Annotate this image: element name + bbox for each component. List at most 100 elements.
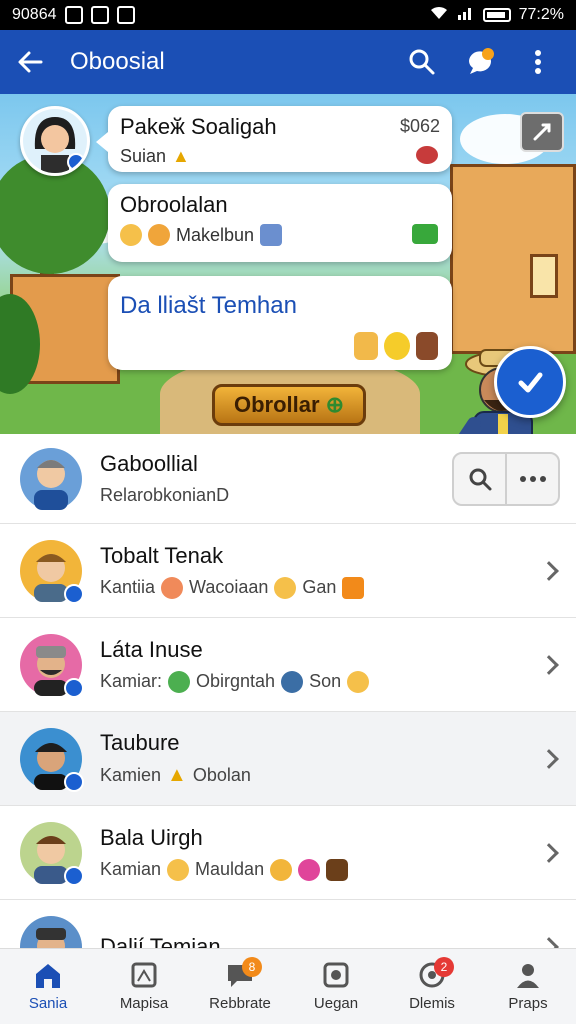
signal-icon bbox=[457, 5, 475, 26]
chat-button-label: Obrollar bbox=[233, 392, 320, 417]
search-contact-button[interactable] bbox=[454, 454, 505, 504]
sub-part: Obolan bbox=[192, 765, 251, 785]
sunglasses-icon bbox=[347, 670, 370, 693]
back-button[interactable] bbox=[0, 30, 60, 94]
verified-badge bbox=[64, 583, 84, 604]
smiley-icon bbox=[168, 670, 191, 693]
character-icon bbox=[260, 224, 283, 246]
avatar bbox=[20, 915, 82, 948]
person-icon bbox=[517, 964, 539, 988]
more-contact-button[interactable] bbox=[505, 454, 558, 504]
sub-part: Wacoiaan bbox=[189, 577, 269, 597]
nav-label: Rebbrate bbox=[209, 995, 271, 1012]
arrow-left-icon bbox=[18, 51, 43, 73]
camera-icon bbox=[323, 962, 349, 988]
chat-bubble-3[interactable]: Da lliašt Temhan bbox=[108, 276, 452, 370]
more-options-button[interactable] bbox=[520, 44, 556, 80]
nav-chat[interactable]: 8 Rebbrate bbox=[192, 949, 288, 1024]
verified-badge bbox=[64, 865, 84, 886]
search-button[interactable] bbox=[404, 44, 440, 80]
sub-part: Son bbox=[309, 671, 342, 691]
chevron-right-icon bbox=[539, 842, 559, 863]
chevron-right-icon bbox=[539, 560, 559, 581]
list-item[interactable]: Bala Uirgh Kamian Mauldan bbox=[0, 806, 576, 900]
avatar bbox=[20, 447, 82, 510]
list-item[interactable]: Gaboollial RelarobkonianD bbox=[0, 434, 576, 524]
search-icon bbox=[469, 468, 491, 491]
avatar bbox=[20, 727, 84, 792]
profile-avatar[interactable] bbox=[20, 106, 90, 176]
smiley-icon bbox=[167, 858, 190, 881]
contact-name: Gaboollial bbox=[100, 451, 198, 476]
nav-camera[interactable]: Uegan bbox=[288, 949, 384, 1024]
smiley-icon bbox=[120, 224, 142, 246]
contact-name: Taubure bbox=[100, 730, 180, 755]
character-icon bbox=[416, 332, 438, 360]
contact-name: Láta Inuse bbox=[100, 636, 203, 662]
contact-subtitle: RelarobkonianD bbox=[100, 485, 230, 505]
wifi-icon bbox=[429, 5, 449, 26]
monster-icon bbox=[298, 858, 321, 881]
smiley-icon bbox=[384, 332, 410, 360]
battery-badge-icon bbox=[412, 224, 438, 244]
sub-part: Mauldan bbox=[195, 859, 265, 879]
gift-icon bbox=[416, 146, 438, 164]
contact-name: Bala Uirgh bbox=[100, 824, 203, 850]
character-icon bbox=[326, 858, 349, 881]
corner-action-button[interactable] bbox=[520, 112, 564, 152]
verified-badge bbox=[64, 677, 84, 698]
list-item[interactable]: Tobalt Tenak Kantiia Wacoiaan Gan bbox=[0, 524, 576, 618]
contact-name: Dalií Temian bbox=[100, 933, 221, 949]
row-actions bbox=[452, 452, 560, 506]
chat-bubble-2[interactable]: Obroolalan Makelbun bbox=[108, 184, 452, 262]
nav-label: Praps bbox=[508, 995, 548, 1012]
sub-part: Obirgntah bbox=[196, 671, 276, 691]
more-horizontal-icon bbox=[519, 476, 546, 482]
sub-part: Kamiar: bbox=[100, 671, 163, 691]
search-icon bbox=[409, 49, 435, 75]
unread-dot bbox=[482, 48, 494, 60]
chevron-right-icon bbox=[539, 936, 559, 948]
avatar bbox=[20, 633, 84, 698]
nav-badge: 8 bbox=[241, 957, 262, 977]
battery-text: 77:2% bbox=[518, 6, 564, 23]
nav-map[interactable]: Mapisa bbox=[96, 949, 192, 1024]
more-vertical-icon bbox=[535, 50, 541, 74]
verified-badge bbox=[67, 153, 85, 171]
battery-icon bbox=[482, 8, 511, 22]
nav-notifications[interactable]: 2 Dlemis bbox=[384, 949, 480, 1024]
nav-label: Dlemis bbox=[409, 995, 455, 1012]
nav-label: Uegan bbox=[313, 995, 359, 1012]
sub-part: Kamian bbox=[100, 859, 162, 879]
plus-icon: ⊕ bbox=[325, 392, 344, 417]
nav-label: Sania bbox=[28, 995, 68, 1012]
bubble-title: Pakeӂ Soaligah bbox=[120, 114, 277, 139]
list-item[interactable]: Dalií Temian bbox=[0, 900, 576, 948]
flower-icon bbox=[161, 576, 184, 599]
bubble-title: Da lliašt Temhan bbox=[120, 292, 297, 319]
bear-icon bbox=[148, 224, 170, 246]
chevron-right-icon bbox=[539, 748, 559, 769]
edit-icon bbox=[533, 123, 551, 141]
verified-badge bbox=[64, 771, 84, 792]
messages-button[interactable] bbox=[462, 44, 498, 80]
list-item[interactable]: Taubure Kamien ▲ Obolan bbox=[0, 712, 576, 806]
character-icon bbox=[354, 332, 378, 360]
tag-icon bbox=[342, 576, 365, 599]
chat-button[interactable]: Obrollar ⊕ bbox=[212, 384, 366, 426]
list-item[interactable]: Láta Inuse Kamiar: Obirgntah Son bbox=[0, 618, 576, 712]
contact-list: Gaboollial RelarobkonianD Tobalt Tenak K… bbox=[0, 434, 576, 948]
window bbox=[530, 254, 558, 298]
chat-bubble-1[interactable]: Pakeӂ Soaligah Suian ▲ $062 bbox=[96, 106, 452, 172]
avatar bbox=[20, 539, 84, 604]
compose-fab[interactable] bbox=[494, 346, 566, 418]
nav-profile[interactable]: Praps bbox=[480, 949, 576, 1024]
bubble-title: Obroolalan bbox=[120, 192, 228, 217]
status-bar: 90864 77:2% bbox=[0, 0, 576, 30]
warning-icon: ▲ bbox=[167, 764, 187, 786]
home-icon bbox=[36, 964, 60, 988]
nav-home[interactable]: Sania bbox=[0, 949, 96, 1024]
nav-label: Mapisa bbox=[119, 995, 169, 1012]
notification-icon bbox=[90, 6, 109, 24]
sub-part: Gan bbox=[302, 577, 337, 597]
